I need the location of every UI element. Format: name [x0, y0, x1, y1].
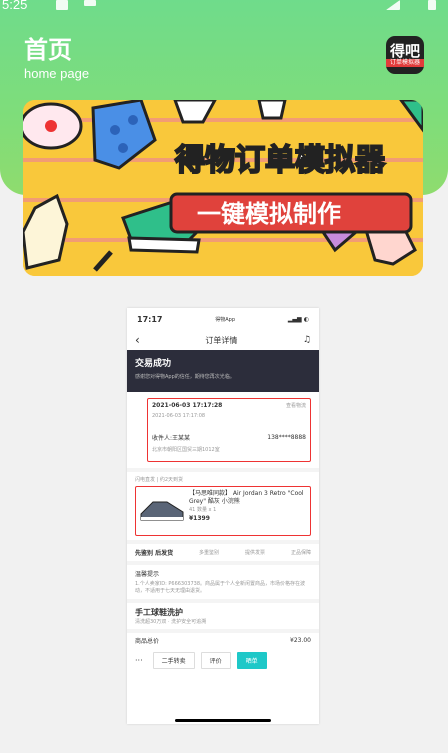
resell-button: 二手转卖	[152, 652, 195, 669]
status-bar: 5:25	[0, 0, 448, 14]
preview-app-name: 得物App	[215, 316, 236, 323]
page-title: 首页	[24, 36, 72, 64]
preview-status-banner: 交易成功 感谢您对得物App的信任，期待您再次光临。	[127, 350, 319, 392]
notice-text: 1.个人卖家ID: P666303738。商品属于个人全新闲置商品，市场价格存在…	[135, 581, 306, 594]
care-sub: 清洗超30万双 · 洗护安全可追溯	[135, 619, 207, 625]
receiver: 收件人:王某某	[152, 435, 191, 442]
notice-title: 温馨提示	[135, 571, 160, 578]
services-label: 先鉴别 后发货	[135, 550, 174, 557]
product-spec: 41 数量 x 1	[189, 507, 217, 513]
preview-services: 先鉴别 后发货 多重鉴别 提供发票 正品保障	[127, 544, 319, 565]
app-logo-text: 得吧	[389, 42, 420, 60]
share-button: 晒单	[236, 652, 267, 669]
preview-total: 商品总价 ¥23.00	[127, 633, 319, 648]
svc-3: 正品保障	[290, 550, 311, 556]
ship-time-1: 2021-06-03 17:17:28	[152, 402, 223, 409]
banner-title: 得物订单模拟器	[174, 143, 386, 178]
signal-icon	[386, 0, 400, 10]
preview-status-bar: 17:17 得物App ▂▄▆ ◐	[127, 308, 319, 330]
ship-link: 查看物流	[285, 403, 306, 409]
product-price: ¥1399	[189, 515, 210, 522]
preview-banner-title: 交易成功	[135, 359, 172, 369]
preview-banner-sub: 感谢您对得物App的信任，期待您再次光临。	[135, 374, 235, 380]
svc-2: 提供发票	[245, 550, 266, 556]
svc-1: 多重鉴别	[199, 550, 220, 556]
preview-care: 手工球鞋洗护 清洗超30万双 · 洗护安全可追溯	[127, 603, 319, 633]
review-button: 评价	[200, 652, 231, 669]
more-icon: ···	[135, 656, 143, 665]
ship-time-2: 2021-06-03 17:17:08	[152, 413, 206, 419]
preview-nav: ‹ 订单详情 ♫	[127, 330, 319, 350]
receiver-address: 北京市朝阳区国贸三期1012室	[152, 447, 220, 453]
total-label: 商品总价	[135, 638, 160, 645]
preview-product-card: 闪电直发 | 约2天到货 【马思唯同款】 Air Jordan 3 Retro …	[127, 472, 319, 544]
preview-time: 17:17	[137, 314, 163, 324]
banner-subtitle: 一键模拟制作	[197, 200, 341, 228]
preview-shipping-card: 2021-06-03 17:17:28 查看物流 2021-06-03 17:17…	[127, 392, 319, 472]
care-title: 手工球鞋洗护	[135, 608, 183, 617]
preview-nav-title: 订单详情	[205, 335, 238, 345]
banner-illustration: 得物订单模拟器 一键模拟制作	[23, 100, 423, 276]
app-logo-subtext: 订单模拟器	[386, 59, 424, 67]
back-icon: ‹	[135, 333, 140, 347]
preview-signal-icon: ▂▄▆ ◐	[287, 315, 309, 323]
app-logo[interactable]: 得吧 订单模拟器	[386, 36, 424, 74]
shipping-highlight: 2021-06-03 17:17:28 查看物流 2021-06-03 17:17…	[147, 398, 311, 462]
total-value: ¥23.00	[290, 637, 311, 644]
shop-label: 闪电直发 | 约2天到货	[135, 477, 184, 483]
preview-actions: ··· 二手转卖 评价 晒单	[127, 648, 319, 673]
headset-icon: ♫	[302, 335, 311, 345]
preview-notice: 温馨提示 1.个人卖家ID: P666303738。商品属于个人全新闲置商品，市…	[127, 565, 319, 603]
receiver-phone: 138****8888	[267, 434, 306, 441]
notification-icon	[56, 0, 68, 10]
battery-icon	[428, 0, 436, 10]
sneaker-thumbnail	[140, 501, 184, 521]
home-indicator	[175, 719, 271, 722]
promo-banner[interactable]: 得物订单模拟器 一键模拟制作	[23, 100, 423, 276]
page-subtitle: home page	[24, 66, 90, 81]
product-highlight: 【马思唯同款】 Air Jordan 3 Retro "Cool Grey" 酷…	[135, 486, 311, 536]
order-screenshot-preview[interactable]: 17:17 得物App ▂▄▆ ◐ ‹ 订单详情 ♫ 交易成功 感谢您对得物Ap…	[127, 308, 319, 724]
status-time: 5:25	[2, 0, 28, 12]
product-name: 【马思唯同款】 Air Jordan 3 Retro "Cool Grey" 酷…	[189, 490, 304, 505]
keyboard-icon	[84, 0, 96, 6]
